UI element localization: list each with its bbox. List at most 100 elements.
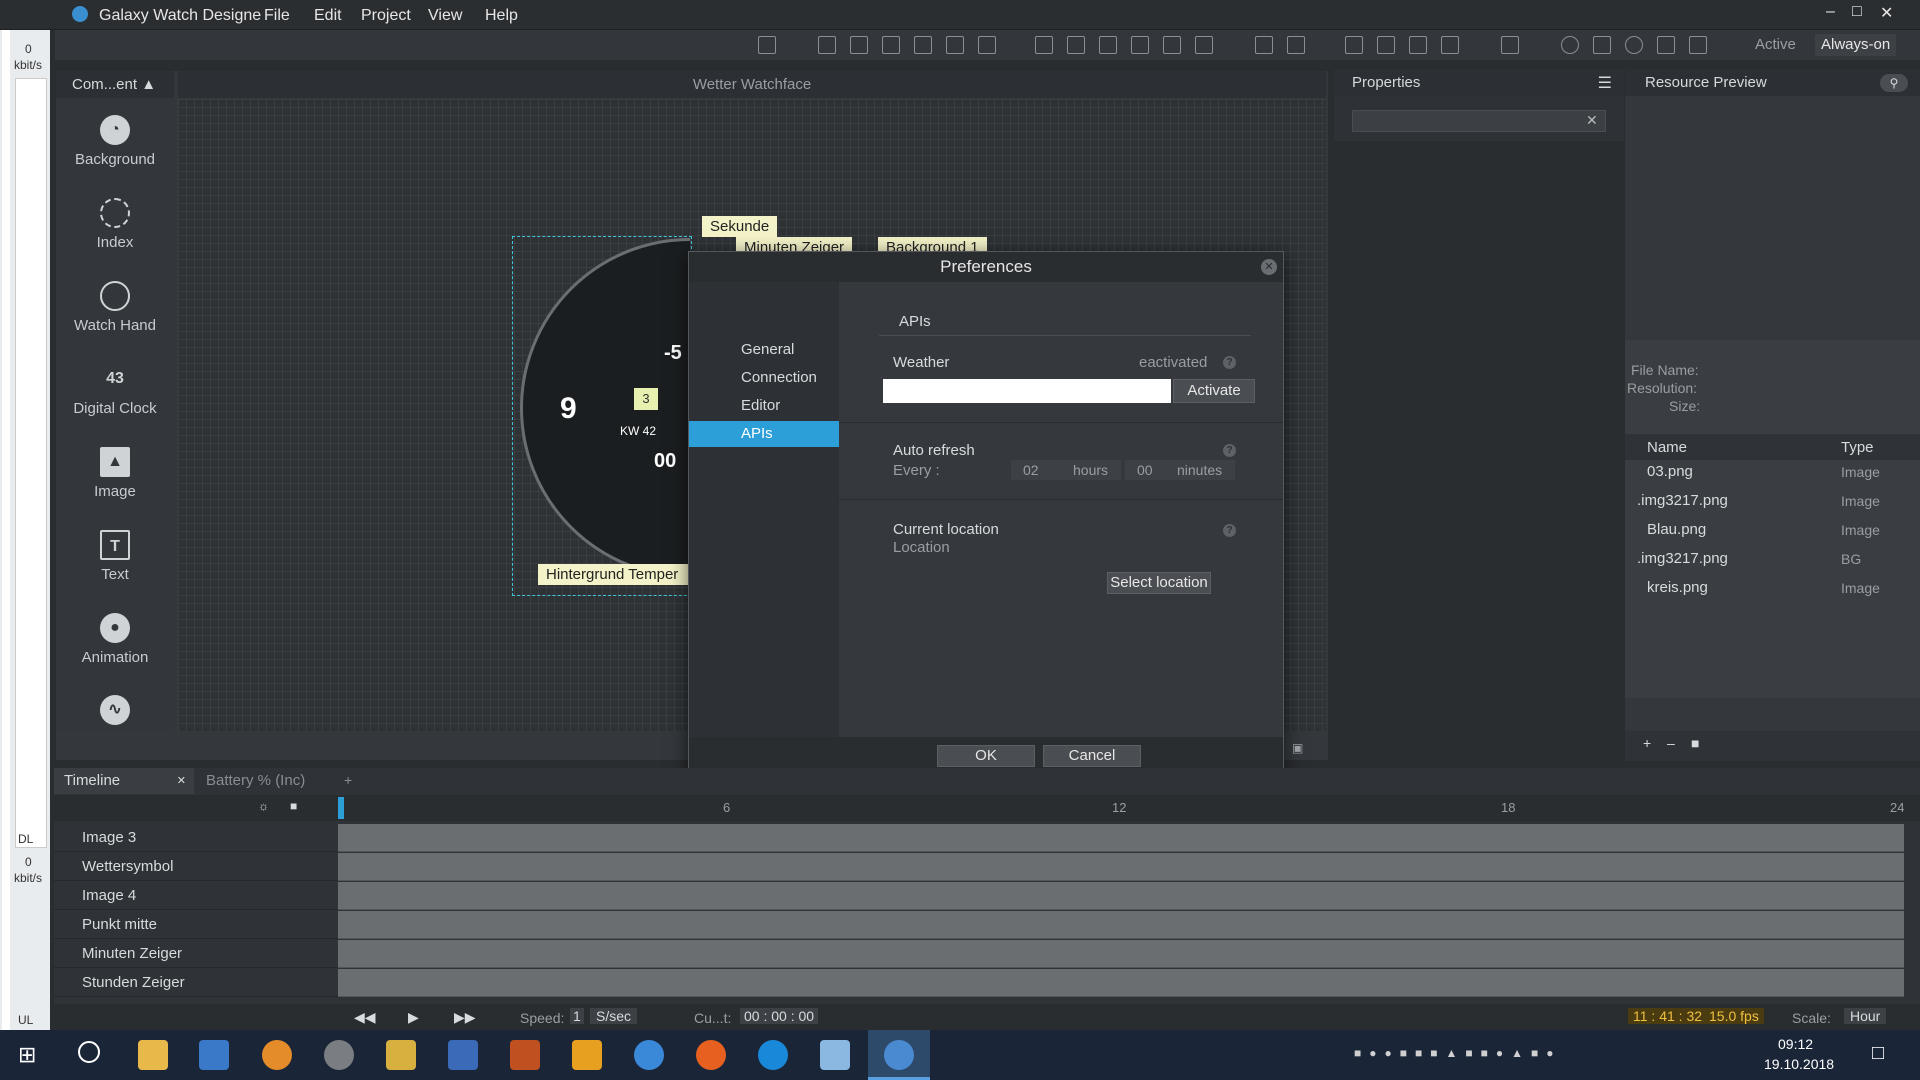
nav-editor[interactable]: Editor — [689, 393, 839, 419]
close-icon[interactable]: ✕ — [1880, 3, 1893, 23]
activate-button[interactable]: Activate — [1173, 379, 1255, 403]
app-icon[interactable] — [386, 1040, 416, 1070]
layer-icon[interactable] — [1345, 36, 1363, 54]
add-icon[interactable]: + — [1643, 735, 1651, 751]
col-type[interactable]: Type — [1841, 439, 1874, 456]
layer-row[interactable]: Stunden Zeiger — [54, 968, 338, 997]
minimize-icon[interactable]: – — [1826, 3, 1835, 21]
component-watch-hand[interactable]: Watch Hand — [56, 281, 174, 334]
help-icon[interactable]: ? — [1223, 524, 1236, 537]
label-hintergrund[interactable]: Hintergrund Temper — [538, 564, 688, 585]
playhead[interactable] — [338, 797, 344, 819]
layer-track[interactable] — [338, 882, 1904, 910]
mail-icon[interactable] — [634, 1040, 664, 1070]
folder-icon[interactable]: ■ — [1691, 735, 1699, 751]
menu-icon[interactable]: ☰ — [1598, 73, 1612, 93]
component-index[interactable]: Index — [56, 198, 174, 251]
dialog-close-icon[interactable]: ✕ — [1261, 259, 1277, 275]
menu-help[interactable]: Help — [485, 7, 518, 25]
add-tab-icon[interactable]: + — [344, 772, 352, 788]
app-icon[interactable] — [262, 1040, 292, 1070]
speed-input[interactable]: 1 — [570, 1008, 584, 1024]
tab-timeline[interactable]: Timeline ✕ — [54, 768, 194, 794]
nav-apis[interactable]: APIs — [689, 421, 839, 447]
mode-active[interactable]: Active — [1755, 36, 1796, 53]
group-icon[interactable] — [1255, 36, 1273, 54]
distribute-icon[interactable] — [1163, 36, 1181, 54]
fullscreen-icon[interactable]: ▣ — [1292, 741, 1303, 755]
label-minuten-zeiger[interactable]: Minuten Zeiger — [736, 237, 853, 251]
preview-icon[interactable] — [1561, 36, 1579, 54]
current-time-input[interactable]: 00 : 00 : 00 — [740, 1008, 819, 1024]
visibility-icon[interactable]: ☼ — [258, 799, 269, 813]
nav-general[interactable]: General — [689, 337, 839, 363]
speed-unit-select[interactable]: S/sec — [590, 1008, 638, 1024]
align-bottom-icon[interactable] — [882, 36, 900, 54]
search-icon[interactable] — [78, 1041, 100, 1063]
time-ruler[interactable]: 6 12 18 24 — [338, 795, 1920, 821]
resource-row[interactable]: 03.png — [1647, 463, 1693, 480]
menu-project[interactable]: Project — [361, 7, 411, 25]
layer-row[interactable]: Minuten Zeiger — [54, 939, 338, 968]
cancel-button[interactable]: Cancel — [1043, 745, 1141, 767]
settings-icon[interactable] — [1657, 36, 1675, 54]
layer-row[interactable]: Image 4 — [54, 881, 338, 910]
component-more[interactable]: ∿ — [56, 695, 174, 731]
menu-file[interactable]: File — [264, 7, 290, 25]
resource-row[interactable]: kreis.png — [1647, 579, 1708, 596]
close-icon[interactable]: ✕ — [177, 768, 186, 794]
select-location-button[interactable]: Select location — [1107, 572, 1211, 594]
component-header[interactable]: Com...ent ▲ — [56, 71, 174, 98]
clear-icon[interactable]: ✕ — [1586, 112, 1598, 129]
media-icon[interactable] — [572, 1040, 602, 1070]
layer-icon[interactable] — [1377, 36, 1395, 54]
explorer-icon[interactable] — [138, 1040, 168, 1070]
edge-icon[interactable] — [758, 1040, 788, 1070]
component-text[interactable]: T Text — [56, 530, 174, 583]
record-icon[interactable] — [1625, 36, 1643, 54]
align-top-icon[interactable] — [818, 36, 836, 54]
hours-field[interactable]: 02 hours — [1011, 460, 1121, 480]
mode-always-on[interactable]: Always-on — [1815, 34, 1897, 56]
component-digital-clock[interactable]: 43 Digital Clock — [56, 364, 174, 417]
component-animation[interactable]: ● Animation — [56, 613, 174, 666]
help-icon[interactable]: ? — [1223, 444, 1236, 457]
distribute-icon[interactable] — [1195, 36, 1213, 54]
save-icon[interactable] — [448, 1040, 478, 1070]
store-icon[interactable] — [199, 1040, 229, 1070]
resource-row[interactable]: .img3217.png — [1637, 550, 1728, 567]
layer-row[interactable]: Wettersymbol — [54, 852, 338, 881]
component-image[interactable]: ▲ Image — [56, 447, 174, 500]
layer-row[interactable]: Image 3 — [54, 823, 338, 852]
ok-button[interactable]: OK — [937, 745, 1035, 767]
search-icon[interactable]: ⚲ — [1880, 74, 1908, 92]
layer-icon[interactable] — [1409, 36, 1427, 54]
layer-track[interactable] — [338, 824, 1904, 852]
play-icon[interactable] — [1593, 36, 1611, 54]
firefox-icon[interactable] — [696, 1040, 726, 1070]
layer-row[interactable]: Punkt mitte — [54, 910, 338, 939]
notification-icon[interactable]: □ — [1872, 1042, 1884, 1065]
label-sekunde[interactable]: Sekunde — [702, 216, 778, 237]
clock-date[interactable]: 19.10.2018 — [1764, 1056, 1834, 1072]
properties-search-input[interactable] — [1352, 110, 1606, 132]
cart-icon[interactable] — [1689, 36, 1707, 54]
align-right-icon[interactable] — [978, 36, 996, 54]
store-icon[interactable] — [1501, 36, 1519, 54]
tray-icons[interactable]: ■●●■■■▲■■●▲■● — [1354, 1046, 1561, 1060]
library-icon[interactable] — [510, 1040, 540, 1070]
label-background[interactable]: Background 1 — [878, 237, 987, 251]
layer-track[interactable] — [338, 911, 1904, 939]
forward-icon[interactable]: ▶▶ — [454, 1009, 476, 1026]
play-icon[interactable]: ▶ — [408, 1009, 419, 1026]
layer-icon[interactable] — [1441, 36, 1459, 54]
remove-icon[interactable]: – — [1667, 735, 1675, 751]
align-middle-icon[interactable] — [850, 36, 868, 54]
distribute-icon[interactable] — [1131, 36, 1149, 54]
menu-view[interactable]: View — [428, 7, 462, 25]
nav-connection[interactable]: Connection — [689, 365, 839, 391]
lock-icon[interactable]: ■ — [290, 799, 297, 813]
maximize-icon[interactable]: □ — [1852, 3, 1862, 21]
col-name[interactable]: Name — [1647, 439, 1687, 456]
tab-battery[interactable]: Battery % (Inc) — [196, 768, 316, 794]
